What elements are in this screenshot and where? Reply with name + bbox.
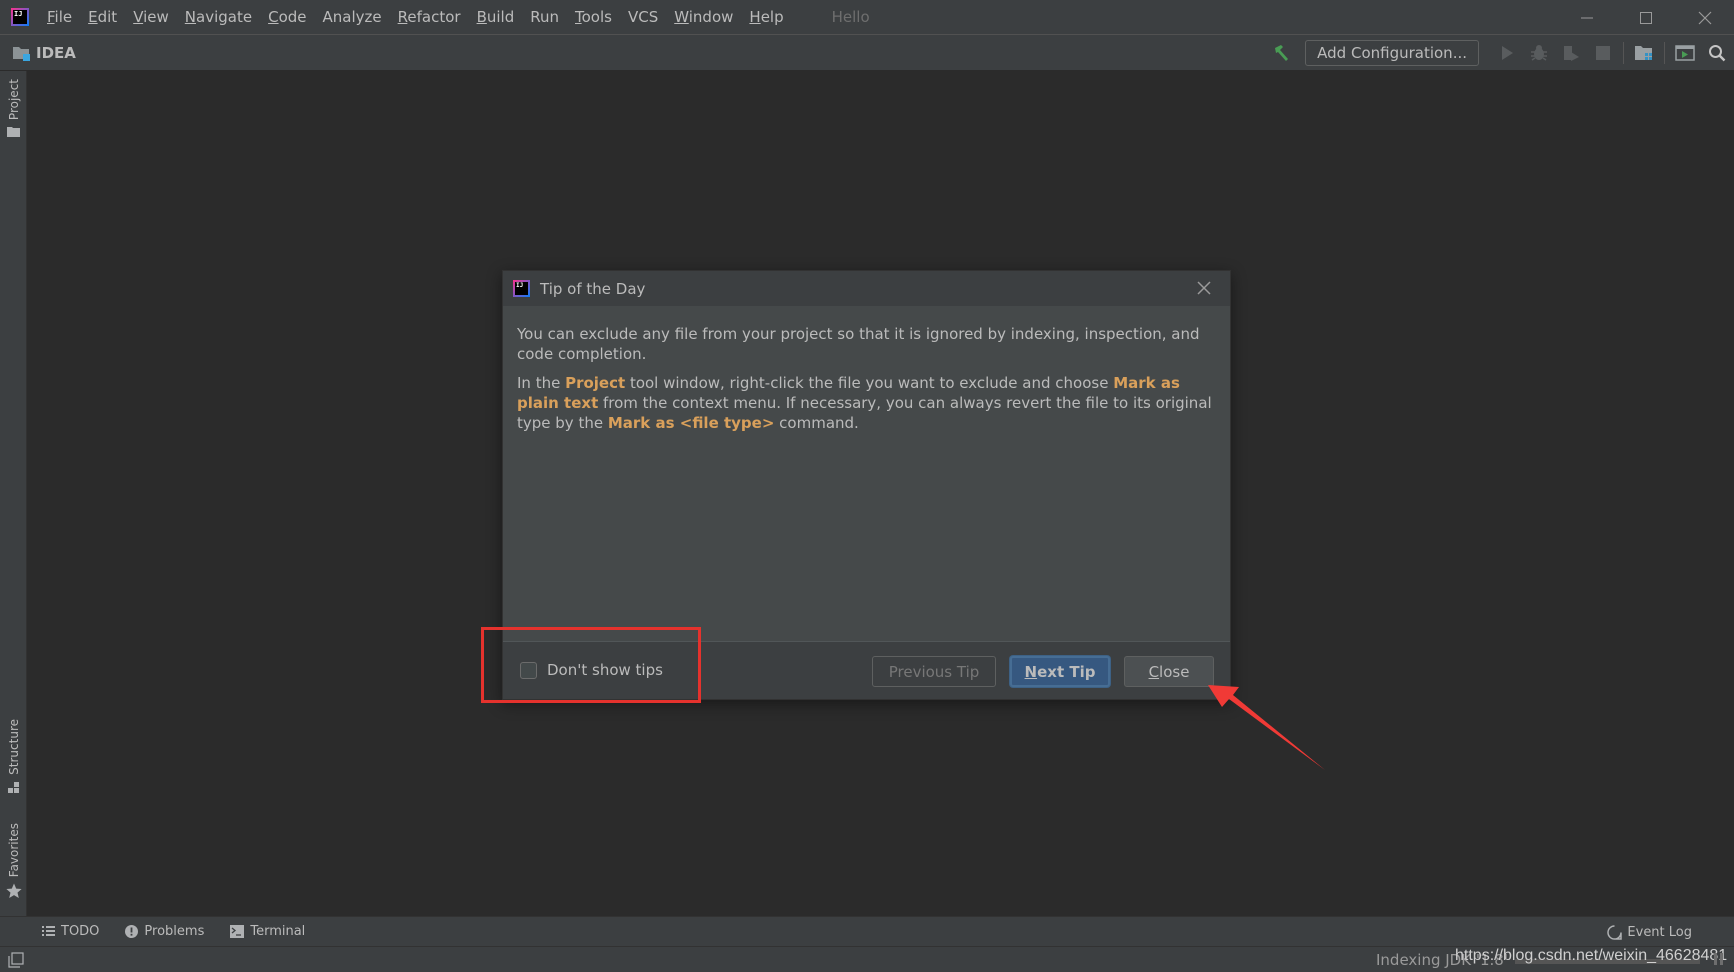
tool-tab-project-label: Project bbox=[6, 79, 21, 121]
hammer-icon bbox=[1275, 45, 1289, 61]
tool-tab-project[interactable]: Project bbox=[0, 79, 27, 138]
run-anything-icon bbox=[1675, 45, 1695, 61]
search-icon bbox=[1709, 45, 1726, 62]
tip-content: You can exclude any file from your proje… bbox=[503, 306, 1230, 642]
debug-bug-icon bbox=[1531, 45, 1547, 61]
status-bar: Indexing JDK '1.8' https://blog.csdn.net… bbox=[0, 946, 1734, 972]
maximize-icon bbox=[1639, 11, 1652, 24]
menu-edit[interactable]: Edit bbox=[80, 0, 125, 35]
menu-file[interactable]: File bbox=[39, 0, 80, 35]
minimize-button[interactable] bbox=[1557, 0, 1616, 35]
menu-items: File Edit View Navigate Code Analyze Refactor B… bbox=[39, 0, 792, 35]
dialog-title: Tip of the Day bbox=[540, 279, 646, 298]
tool-tab-structure[interactable]: Structure bbox=[0, 719, 27, 795]
build-button[interactable] bbox=[1269, 40, 1295, 66]
list-icon bbox=[42, 926, 55, 936]
run-button[interactable] bbox=[1494, 40, 1520, 66]
coverage-icon bbox=[1564, 46, 1579, 61]
menu-analyze[interactable]: Analyze bbox=[315, 0, 390, 35]
tool-tab-problems[interactable]: Problems bbox=[125, 924, 204, 939]
dialog-close-icon[interactable] bbox=[1196, 280, 1212, 296]
tool-tab-terminal[interactable]: Terminal bbox=[230, 924, 305, 939]
tool-tab-todo-label: TODO bbox=[61, 924, 100, 939]
tool-tab-todo[interactable]: TODO bbox=[42, 924, 99, 939]
project-name: IDEA bbox=[36, 43, 76, 62]
menu-build[interactable]: Build bbox=[469, 0, 523, 35]
toggle-tool-windows-icon[interactable] bbox=[8, 952, 24, 968]
menu-refactor[interactable]: Refactor bbox=[390, 0, 469, 35]
project-folder-icon bbox=[13, 46, 30, 61]
close-icon bbox=[1698, 11, 1711, 24]
watermark-text: https://blog.csdn.net/weixin_46628481 bbox=[1455, 947, 1728, 964]
add-configuration-button[interactable]: Add Configuration... bbox=[1305, 40, 1479, 66]
menu-run[interactable]: Run bbox=[522, 0, 567, 35]
tip-of-the-day-dialog: IJ Tip of the Day You can exclude any fi… bbox=[502, 270, 1231, 700]
dont-show-tips-checkbox[interactable]: Don't show tips bbox=[520, 661, 663, 679]
project-structure-button[interactable] bbox=[1631, 40, 1657, 66]
toolbar-separator bbox=[1623, 42, 1624, 64]
main-toolbar: IDEA Add Configuration... bbox=[0, 35, 1734, 71]
close-window-button[interactable] bbox=[1675, 0, 1734, 35]
run-anything-button[interactable] bbox=[1672, 40, 1698, 66]
menu-tools[interactable]: Tools bbox=[567, 0, 620, 35]
menu-code[interactable]: Code bbox=[260, 0, 314, 35]
search-everywhere-button[interactable] bbox=[1704, 40, 1730, 66]
toolbar-actions: Add Configuration... bbox=[1266, 35, 1734, 71]
window-controls bbox=[1557, 0, 1734, 35]
highlight-project: Project bbox=[565, 374, 626, 392]
event-log-label: Event Log bbox=[1627, 924, 1692, 940]
dialog-footer: Don't show tips Previous Tip Next Tip Cl… bbox=[503, 641, 1230, 699]
event-log-bubble-icon bbox=[1607, 924, 1623, 940]
tip-paragraph-2: In the Project tool window, right-click … bbox=[517, 374, 1212, 432]
menu-bar: IJ File Edit View Navigate Code Analyze Refact… bbox=[0, 0, 1734, 35]
left-tool-window-strip: Project Structure Favorites bbox=[0, 71, 27, 916]
pause-icon[interactable] bbox=[1714, 953, 1724, 965]
project-breadcrumb[interactable]: IDEA bbox=[13, 44, 76, 62]
menu-window[interactable]: Window bbox=[666, 0, 741, 35]
intellij-logo-icon: IJ bbox=[513, 280, 530, 297]
intellij-logo-icon: IJ bbox=[11, 8, 29, 26]
tool-tab-favorites[interactable]: Favorites bbox=[0, 823, 27, 899]
window-title: Hello bbox=[831, 8, 870, 26]
dont-show-tips-label: Don't show tips bbox=[547, 661, 663, 679]
menu-view[interactable]: View bbox=[125, 0, 177, 35]
next-tip-button[interactable]: Next Tip bbox=[1010, 656, 1110, 687]
stop-button[interactable] bbox=[1590, 40, 1616, 66]
tool-tab-problems-label: Problems bbox=[144, 924, 205, 939]
stop-icon bbox=[1596, 46, 1610, 60]
structure-icon bbox=[7, 781, 19, 793]
checkbox-box[interactable] bbox=[520, 661, 537, 679]
tool-tab-terminal-label: Terminal bbox=[250, 924, 306, 939]
event-log-button[interactable]: Event Log bbox=[1607, 917, 1692, 947]
bottom-tool-window-bar: TODO Problems Terminal Event Log bbox=[0, 916, 1734, 946]
menu-navigate[interactable]: Navigate bbox=[177, 0, 260, 35]
folder-icon bbox=[6, 127, 20, 138]
maximize-button[interactable] bbox=[1616, 0, 1675, 35]
project-structure-icon bbox=[1635, 46, 1652, 60]
dialog-title-bar: IJ Tip of the Day bbox=[503, 271, 1230, 306]
tip-paragraph-1: You can exclude any file from your proje… bbox=[517, 325, 1200, 363]
previous-tip-button[interactable]: Previous Tip bbox=[872, 656, 996, 687]
close-button[interactable]: Close bbox=[1124, 656, 1214, 687]
menu-help[interactable]: Help bbox=[741, 0, 791, 35]
debug-button[interactable] bbox=[1526, 40, 1552, 66]
tool-tab-structure-label: Structure bbox=[6, 719, 21, 775]
star-icon bbox=[5, 883, 22, 899]
warning-circle-icon bbox=[125, 925, 139, 938]
minimize-icon bbox=[1580, 17, 1593, 18]
menu-vcs[interactable]: VCS bbox=[620, 0, 666, 35]
highlight-mark-as-file-type: Mark as <file type> bbox=[607, 414, 775, 432]
toolbar-separator bbox=[1664, 42, 1665, 64]
run-with-coverage-button[interactable] bbox=[1558, 40, 1584, 66]
tool-tab-favorites-label: Favorites bbox=[6, 823, 21, 878]
terminal-icon bbox=[230, 925, 245, 938]
run-icon bbox=[1502, 46, 1513, 60]
